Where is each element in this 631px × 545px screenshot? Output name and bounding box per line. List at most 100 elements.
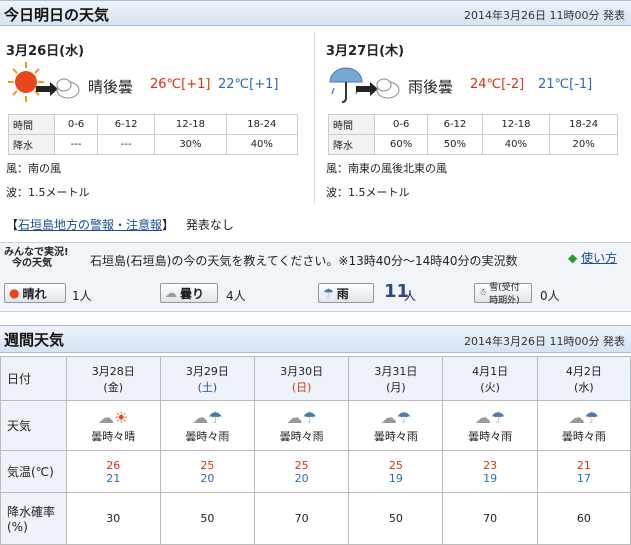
- telop: 曇時々雨: [468, 429, 513, 443]
- high: 26: [106, 458, 121, 472]
- wind-text: 風：南東の風後北東の風: [326, 162, 447, 175]
- cell: 50%: [427, 134, 483, 155]
- pop-cell: 50: [348, 492, 444, 545]
- dow: (月): [386, 380, 406, 394]
- pop-cell: 60: [536, 492, 631, 545]
- day-cell: 4月2日 (水): [536, 356, 631, 401]
- dow: (日): [291, 380, 312, 394]
- snowman-icon: ☃: [479, 288, 488, 298]
- high: 23: [483, 458, 498, 472]
- cloudy-sometimes-rain-icon: ☁☂: [192, 407, 223, 427]
- temp-cell: 25 20: [159, 450, 256, 493]
- cell: 20%: [549, 134, 618, 155]
- day-cell: 4月1日 (火): [442, 356, 538, 401]
- vote-label: 雪(受付時期外): [489, 283, 520, 306]
- issued-time: 2014年3月26日 11時00分 発表: [464, 335, 625, 348]
- cell: 18-24: [549, 114, 618, 135]
- logo-line: 今の天気: [12, 258, 52, 269]
- vote-sunny-button[interactable]: ● 晴れ: [4, 283, 66, 303]
- dow: (土): [197, 380, 218, 394]
- cell: 0-6: [373, 114, 429, 135]
- divider: [314, 32, 315, 204]
- low: 20: [200, 471, 215, 485]
- vote-rain-button[interactable]: ☂ 雨: [318, 283, 374, 303]
- poll-logo: みんなで実況! 今の天気: [4, 247, 69, 269]
- cell: 0-6: [53, 114, 99, 135]
- cell: 12-18: [481, 114, 551, 135]
- date: 3月30日: [280, 364, 324, 378]
- weather-cell: ☁☂ 曇時々雨: [536, 400, 631, 451]
- cloudy-sometimes-rain-icon: ☁☂: [568, 407, 600, 427]
- vote-count: 0人: [540, 289, 560, 303]
- vote-label: 雨: [336, 286, 349, 301]
- high: 25: [388, 458, 403, 472]
- day-cell: 3月31日 (月): [348, 356, 444, 401]
- weather-cell: ☁☂ 曇時々雨: [348, 400, 444, 451]
- date: 3月29日: [185, 364, 229, 378]
- pop-cell: 70: [254, 492, 350, 545]
- vote-count: 4人: [226, 289, 246, 303]
- telop: 曇時々雨: [279, 429, 324, 443]
- day-forecast-today: 3月26日(水) 晴後曇 26℃[+1] 22℃[+1] 時間 0-6 6-12 12…: [0, 32, 300, 204]
- dow: (火): [480, 380, 500, 394]
- weather-cell: ☁☂ 曇時々雨: [159, 400, 256, 451]
- cell: 12-18: [154, 114, 227, 135]
- row-label: 気温(℃): [0, 450, 67, 493]
- weather-cell: ☁☂ 曇時々雨: [254, 400, 350, 451]
- issued-time: 2014年3月26日 11時00分 発表: [464, 9, 625, 22]
- weather-cell: ☁☀ 曇時々晴: [65, 400, 161, 451]
- help-link[interactable]: 使い方: [581, 251, 617, 265]
- cell: 40%: [225, 134, 299, 155]
- telop: 曇時々雨: [561, 429, 606, 443]
- day-cell: 3月30日 (日): [254, 356, 350, 401]
- vote-unit: 人: [404, 289, 417, 303]
- section-title: 週間天気: [4, 331, 65, 349]
- pop-cell: 70: [442, 492, 538, 545]
- warning-line: 【石垣島地方の警報・注意報】 発表なし: [6, 216, 234, 233]
- low-temp: 21℃[-1]: [538, 77, 593, 92]
- vote-cloudy-button[interactable]: ☁ 曇り: [160, 283, 218, 303]
- cloudy-sometimes-rain-icon: ☁☂: [380, 407, 412, 427]
- forecast-date: 3月27日(木): [326, 44, 405, 59]
- precip-table: 時間 0-6 6-12 12-18 18-24 降水 60% 50% 40% 20%: [328, 114, 618, 155]
- forecast-telop: 雨後曇: [408, 78, 454, 96]
- high-temp: 26℃[+1]: [150, 77, 211, 92]
- vote-count: 1人: [72, 289, 92, 303]
- weekly-table: 日付 3月28日 (金) 3月29日 (土) 3月30日 (日) 3月31日 (月) 4…: [0, 356, 631, 545]
- cell: 時間: [8, 114, 55, 135]
- high: 21: [576, 458, 591, 472]
- dow: (金): [103, 380, 123, 394]
- pop-cell: 50: [159, 492, 256, 545]
- row-label: 日付: [0, 356, 67, 401]
- telop: 曇時々雨: [185, 429, 230, 443]
- temp-cell: 25 20: [254, 450, 350, 493]
- cloud-icon: ☁: [165, 286, 177, 300]
- wave-text: 波：1.5メートル: [326, 186, 410, 199]
- weather-cell: ☁☂ 曇時々雨: [442, 400, 538, 451]
- day-cell: 3月29日 (土): [159, 356, 256, 401]
- cell: 時間: [328, 114, 375, 135]
- date: 3月28日: [91, 364, 135, 378]
- temp-cell: 21 17: [536, 450, 631, 493]
- poll-question: 石垣島(石垣島)の今の天気を教えてください。※13時40分～14時40分の実況数: [90, 254, 518, 268]
- warning-link[interactable]: 石垣島地方の警報・注意報: [18, 218, 162, 232]
- cell: 降水: [8, 134, 55, 155]
- cell: 6-12: [427, 114, 483, 135]
- temp-cell: 25 19: [348, 450, 444, 493]
- rain-then-cloudy-icon: [326, 60, 400, 106]
- low: 19: [483, 471, 498, 485]
- help-link-wrap: ◆ 使い方: [568, 249, 617, 266]
- cell: 6-12: [97, 114, 156, 135]
- cell: ---: [53, 134, 99, 155]
- day-cell: 3月28日 (金): [65, 356, 161, 401]
- low: 21: [106, 471, 121, 485]
- cell: 18-24: [225, 114, 299, 135]
- row-label: 天気: [0, 400, 67, 451]
- date: 3月31日: [374, 364, 418, 378]
- cell: 60%: [373, 134, 429, 155]
- high: 25: [200, 458, 215, 472]
- wave-text: 波：1.5メートル: [6, 186, 90, 199]
- telop: 曇時々晴: [91, 429, 136, 443]
- today-tomorrow-header: 今日明日の天気 2014年3月26日 11時00分 発表: [0, 0, 631, 26]
- vote-snow-button[interactable]: ☃ 雪(受付時期外): [474, 283, 532, 306]
